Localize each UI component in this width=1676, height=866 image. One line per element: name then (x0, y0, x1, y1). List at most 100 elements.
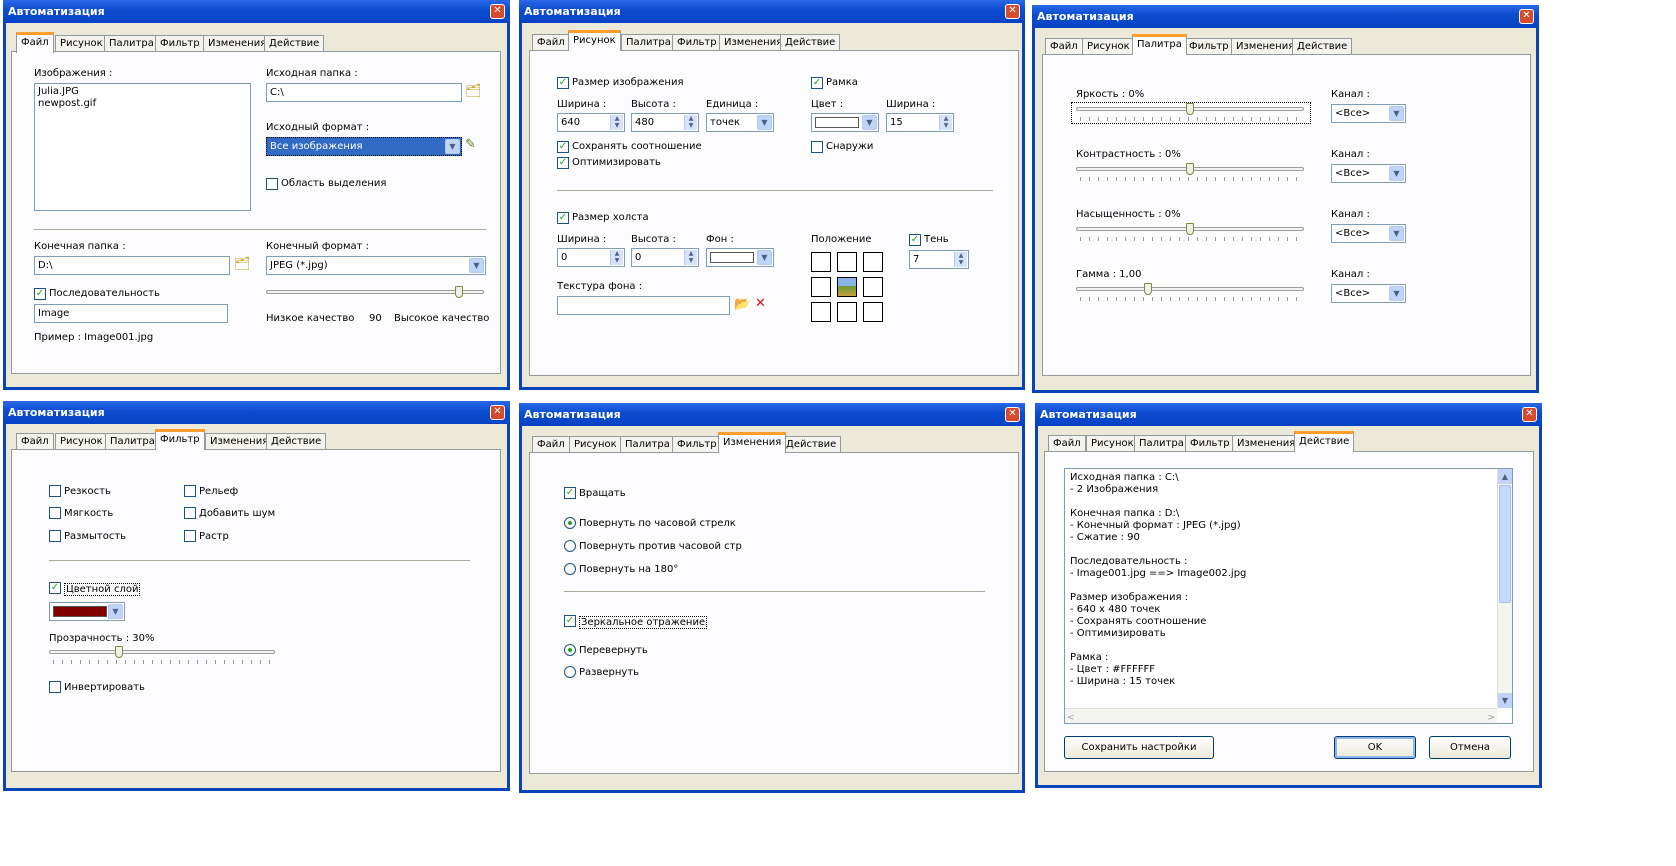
selection-area-checkbox[interactable] (266, 178, 278, 190)
tab-palette[interactable]: Палитра (105, 433, 160, 450)
rotate-cw-radio[interactable] (564, 517, 576, 529)
chevron-down-icon[interactable]: ▼ (862, 115, 877, 130)
width-input[interactable]: 640 ▲ ▼ (557, 113, 625, 132)
close-icon[interactable]: ✕ (1519, 9, 1534, 24)
horizontal-scrollbar[interactable]: < > (1065, 708, 1497, 723)
channel-select[interactable]: <Все> ▼ (1331, 284, 1406, 303)
add-noise-checkbox[interactable] (184, 507, 196, 519)
ok-button[interactable]: OK (1334, 736, 1416, 759)
tab-file[interactable]: Файл (532, 34, 570, 51)
softness-checkbox[interactable] (49, 507, 61, 519)
mirror-checkbox[interactable]: ✓ (564, 615, 576, 627)
images-list[interactable]: Julia.JPG newpost.gif (34, 83, 251, 211)
chevron-down-icon[interactable]: ▼ (1389, 106, 1404, 121)
scroll-down-icon[interactable]: ▼ (1498, 693, 1512, 708)
list-item[interactable]: newpost.gif (38, 98, 250, 110)
spinner-icon[interactable]: ▲ ▼ (684, 250, 697, 265)
spinner-icon[interactable]: ▲ ▼ (610, 115, 623, 130)
tab-picture[interactable]: Рисунок (568, 30, 621, 51)
tab-file[interactable]: Файл (16, 433, 54, 450)
src-format-select[interactable]: Все изображения ▼ (266, 137, 462, 156)
channel-select[interactable]: <Все> ▼ (1331, 224, 1406, 243)
position-cell[interactable] (811, 302, 831, 322)
position-cell[interactable] (811, 252, 831, 272)
chevron-down-icon[interactable]: ▼ (1389, 166, 1404, 181)
layer-color-select[interactable]: ▼ (49, 602, 125, 621)
tab-filter[interactable]: Фильтр (1184, 38, 1234, 55)
contrast-slider-thumb[interactable] (1186, 163, 1194, 175)
relief-checkbox[interactable] (184, 485, 196, 497)
transparency-slider-thumb[interactable] (115, 646, 123, 658)
save-settings-button[interactable]: Сохранить настройки (1064, 736, 1214, 759)
delete-icon[interactable]: ✕ (755, 297, 766, 311)
tab-palette[interactable]: Палитра (620, 436, 675, 453)
scroll-up-icon[interactable]: ▲ (1498, 469, 1512, 484)
tab-filter[interactable]: Фильтр (672, 436, 722, 453)
tab-picture[interactable]: Рисунок (1082, 38, 1135, 55)
chevron-down-icon[interactable]: ▼ (108, 604, 123, 619)
channel-select[interactable]: <Все> ▼ (1331, 104, 1406, 123)
tab-changes[interactable]: Изменения (1231, 38, 1300, 55)
image-size-checkbox[interactable]: ✓ (557, 77, 569, 89)
tab-action[interactable]: Действие (266, 433, 327, 450)
turn-radio[interactable] (564, 666, 576, 678)
bg-color-select[interactable]: ▼ (706, 248, 774, 267)
chevron-down-icon[interactable]: ▼ (757, 115, 772, 130)
tab-filter[interactable]: Фильтр (155, 429, 205, 450)
tab-file[interactable]: Файл (1045, 38, 1083, 55)
saturation-slider-thumb[interactable] (1186, 223, 1194, 235)
cancel-button[interactable]: Отмена (1429, 736, 1511, 759)
quality-slider-track[interactable] (266, 290, 484, 294)
position-cell[interactable] (837, 302, 857, 322)
position-cell[interactable] (837, 252, 857, 272)
tab-changes[interactable]: Изменения (1232, 435, 1301, 452)
tab-action[interactable]: Действие (781, 436, 842, 453)
shadow-input[interactable]: 7 ▲ ▼ (909, 250, 969, 269)
tab-action[interactable]: Действие (1292, 38, 1353, 55)
unit-select[interactable]: точек ▼ (706, 113, 774, 132)
spinner-icon[interactable]: ▲ ▼ (954, 252, 967, 267)
spinner-icon[interactable]: ▲ ▼ (939, 115, 952, 130)
close-icon[interactable]: ✕ (1005, 407, 1020, 422)
position-cell[interactable] (863, 277, 883, 297)
position-cell[interactable] (811, 277, 831, 297)
sharpness-checkbox[interactable] (49, 485, 61, 497)
tab-palette[interactable]: Палитра (1132, 34, 1187, 55)
quality-slider-thumb[interactable] (455, 286, 463, 298)
color-layer-checkbox[interactable]: ✓ (49, 582, 61, 594)
dest-format-select[interactable]: JPEG (*.jpg) ▼ (266, 256, 486, 275)
rotate-ccw-radio[interactable] (564, 540, 576, 552)
tab-filter[interactable]: Фильтр (1185, 435, 1235, 452)
flip-radio[interactable] (564, 644, 576, 656)
tab-action[interactable]: Действие (1294, 431, 1355, 452)
tab-changes[interactable]: Изменения (719, 34, 788, 51)
invert-checkbox[interactable] (49, 681, 61, 693)
summary-textarea[interactable]: Исходная папка : C:\ - 2 Изображения Коне… (1064, 468, 1513, 724)
sequence-input[interactable]: Image (34, 304, 228, 323)
position-cell[interactable] (863, 252, 883, 272)
tab-picture[interactable]: Рисунок (55, 433, 108, 450)
tab-filter[interactable]: Фильтр (672, 34, 722, 51)
gamma-slider-track[interactable] (1076, 287, 1304, 291)
edit-icon[interactable]: ✎ (465, 138, 476, 152)
blur-checkbox[interactable] (49, 530, 61, 542)
tab-changes[interactable]: Изменения (203, 35, 272, 52)
chevron-down-icon[interactable]: ▼ (469, 258, 484, 273)
frame-checkbox[interactable]: ✓ (811, 77, 823, 89)
canvas-height-input[interactable]: 0 ▲ ▼ (631, 248, 699, 267)
tab-changes[interactable]: Изменения (718, 432, 787, 453)
scroll-thumb[interactable] (1499, 485, 1511, 603)
tab-action[interactable]: Действие (264, 35, 325, 52)
close-icon[interactable]: ✕ (1005, 4, 1020, 19)
tab-palette[interactable]: Палитра (621, 34, 676, 51)
keep-ratio-checkbox[interactable]: ✓ (557, 141, 569, 153)
chevron-down-icon[interactable]: ▼ (445, 139, 460, 154)
rotate-180-radio[interactable] (564, 563, 576, 575)
tab-action[interactable]: Действие (780, 34, 841, 51)
tab-picture[interactable]: Рисунок (55, 35, 108, 52)
outside-checkbox[interactable] (811, 141, 823, 153)
position-cell[interactable] (863, 302, 883, 322)
sequence-checkbox[interactable]: ✓ (34, 288, 46, 300)
chevron-down-icon[interactable]: ▼ (1389, 226, 1404, 241)
chevron-down-icon[interactable]: ▼ (1389, 286, 1404, 301)
